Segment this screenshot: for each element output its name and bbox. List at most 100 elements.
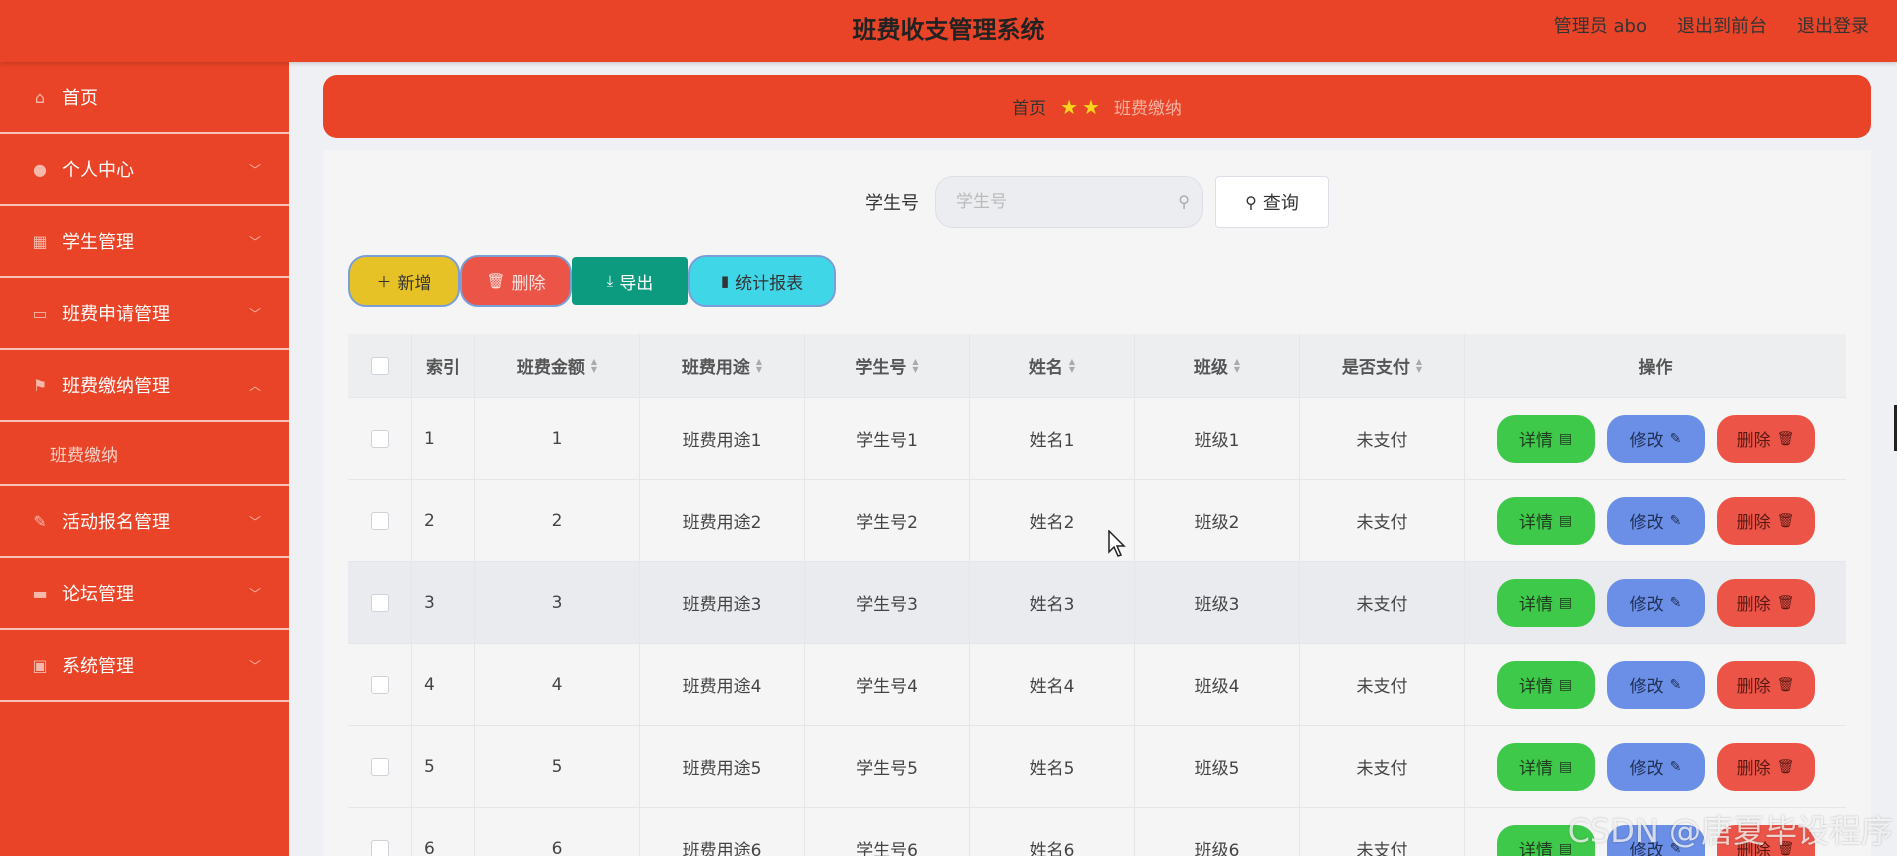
column-header-name[interactable]: 姓名 ▲ ▼: [970, 334, 1135, 397]
sidebar-item-activity[interactable]: ✎ 活动报名管理 ﹀: [0, 486, 289, 558]
row-checkbox[interactable]: [370, 675, 389, 694]
pencil-icon: ✎: [1669, 512, 1682, 529]
add-button[interactable]: ＋ 新增: [348, 255, 460, 307]
detail-button[interactable]: 详情 ▤: [1496, 414, 1595, 463]
row-checkbox[interactable]: [370, 511, 389, 530]
sidebar-item-fee-apply[interactable]: ▭ 班费申请管理 ﹀: [0, 278, 289, 350]
stats-report-button-label: 统计报表: [735, 273, 804, 294]
chevron-down-icon: ﹀: [248, 163, 261, 177]
chat-icon: ▬: [32, 583, 48, 603]
export-button-label: 导出: [619, 273, 654, 294]
cell-student-id: 学生号5: [805, 726, 970, 807]
cell-use: 班费用途4: [640, 644, 805, 725]
chevron-down-icon: ﹀: [248, 515, 261, 529]
column-header-use[interactable]: 班费用途 ▲ ▼: [640, 334, 805, 397]
cell-actions: 详情 ▤ 修改 ✎ 删除 🗑: [1465, 726, 1846, 807]
sidebar-item-system[interactable]: ▣ 系统管理 ﹀: [0, 630, 289, 702]
exit-to-front-link[interactable]: 退出到前台: [1677, 12, 1767, 38]
sort-icon[interactable]: ▲ ▼: [1416, 357, 1422, 374]
breadcrumb-home[interactable]: 首页: [1012, 94, 1046, 119]
submenu-item-fee-payment[interactable]: 班费缴纳: [0, 422, 289, 486]
document-icon: ▤: [1558, 512, 1573, 529]
cell-class: 班级2: [1135, 480, 1300, 561]
sidebar-item-label: 活动报名管理: [62, 512, 170, 533]
edit-button[interactable]: 修改 ✎: [1606, 496, 1705, 545]
trash-icon: 🗑: [1776, 676, 1795, 693]
export-button[interactable]: ⤓ 导出: [572, 257, 688, 305]
sidebar-item-home[interactable]: ⌂ 首页: [0, 62, 289, 134]
column-header-label: 班级: [1193, 358, 1228, 378]
query-button[interactable]: ⚲ 查询: [1215, 176, 1329, 228]
chevron-down-icon: ﹀: [248, 587, 261, 601]
bar-chart-icon: ▮: [720, 272, 730, 290]
edit-button-label: 修改: [1629, 677, 1664, 697]
delete-button[interactable]: 删除 🗑: [1716, 660, 1815, 709]
search-label: 学生号: [865, 193, 919, 214]
sidebar-item-forum[interactable]: ▬ 论坛管理 ﹀: [0, 558, 289, 630]
grid-icon: ▦: [32, 231, 48, 251]
stats-report-button[interactable]: ▮ 统计报表: [688, 255, 836, 307]
delete-button[interactable]: 删除 🗑: [1716, 578, 1815, 627]
table-row[interactable]: 1 1 班费用途1 学生号1 姓名1 班级1 未支付 详情 ▤ 修改 ✎ 删除 🗑: [348, 398, 1846, 480]
table-row[interactable]: 2 2 班费用途2 学生号2 姓名2 班级2 未支付 详情 ▤ 修改 ✎ 删除 🗑: [348, 480, 1846, 562]
pencil-icon: ✎: [1669, 430, 1682, 447]
row-checkbox[interactable]: [370, 757, 389, 776]
sidebar-item-label: 首页: [62, 88, 98, 109]
admin-user-link[interactable]: 管理员 abo: [1554, 12, 1647, 38]
column-header-amount[interactable]: 班费金额 ▲ ▼: [475, 334, 640, 397]
sidebar-item-students[interactable]: ▦ 学生管理 ﹀: [0, 206, 289, 278]
student-id-search-input[interactable]: [936, 177, 1202, 227]
sort-icon[interactable]: ▲ ▼: [912, 357, 918, 374]
sidebar-item-label: 系统管理: [62, 656, 134, 677]
cell-index: 1: [412, 398, 475, 479]
delete-button[interactable]: 删除 🗑: [1716, 742, 1815, 791]
edit-button[interactable]: 修改 ✎: [1606, 742, 1705, 791]
logout-link[interactable]: 退出登录: [1797, 12, 1869, 38]
toolbar: ＋ 新增 🗑 删除 ⤓ 导出 ▮ 统计报表: [348, 255, 836, 307]
cell-student-id: 学生号1: [805, 398, 970, 479]
edit-button[interactable]: 修改 ✎: [1606, 414, 1705, 463]
sort-icon[interactable]: ▲ ▼: [1069, 357, 1075, 374]
message-icon: ▭: [32, 303, 48, 323]
chevron-up-icon: ︿: [248, 379, 261, 393]
detail-button[interactable]: 详情 ▤: [1496, 660, 1595, 709]
detail-button[interactable]: 详情 ▤: [1496, 496, 1595, 545]
edit-button[interactable]: 修改 ✎: [1606, 578, 1705, 627]
detail-button[interactable]: 详情 ▤: [1496, 578, 1595, 627]
detail-button-label: 详情: [1518, 595, 1553, 615]
sort-icon[interactable]: ▲ ▼: [1234, 357, 1240, 374]
column-header-student-id[interactable]: 学生号 ▲ ▼: [805, 334, 970, 397]
cell-use: 班费用途1: [640, 398, 805, 479]
column-header-paid[interactable]: 是否支付 ▲ ▼: [1300, 334, 1465, 397]
sidebar-item-fee-payment[interactable]: ⚑ 班费缴纳管理 ︿: [0, 350, 289, 422]
row-checkbox[interactable]: [370, 839, 389, 856]
row-select-cell: [348, 808, 412, 856]
sort-icon[interactable]: ▲ ▼: [756, 357, 762, 374]
row-checkbox[interactable]: [370, 429, 389, 448]
table-row[interactable]: 3 3 班费用途3 学生号3 姓名3 班级3 未支付 详情 ▤ 修改 ✎ 删除 🗑: [348, 562, 1846, 644]
column-header-actions: 操作: [1465, 334, 1846, 397]
detail-button[interactable]: 详情 ▤: [1496, 742, 1595, 791]
cell-paid-status: 未支付: [1300, 480, 1465, 561]
search-input-wrapper: ⚲: [935, 176, 1203, 228]
sort-icon[interactable]: ▲ ▼: [591, 357, 597, 374]
add-button-label: 新增: [397, 273, 432, 294]
column-header-class[interactable]: 班级 ▲ ▼: [1135, 334, 1300, 397]
edit-button[interactable]: 修改 ✎: [1606, 660, 1705, 709]
main-panel: 学生号 ⚲ ⚲ 查询 ＋ 新增 🗑 删除 ⤓ 导出 ▮ 统计报表 索: [323, 150, 1871, 856]
batch-delete-button[interactable]: 🗑 删除: [460, 255, 572, 307]
row-checkbox[interactable]: [370, 593, 389, 612]
cell-name: 姓名5: [970, 726, 1135, 807]
select-all-checkbox[interactable]: [370, 356, 389, 375]
cell-use: 班费用途3: [640, 562, 805, 643]
table-row[interactable]: 5 5 班费用途5 学生号5 姓名5 班级5 未支付 详情 ▤ 修改 ✎ 删除 🗑: [348, 726, 1846, 808]
breadcrumb-current: 班费缴纳: [1113, 99, 1182, 119]
edit-button-label: 修改: [1629, 595, 1664, 615]
delete-button[interactable]: 删除 🗑: [1716, 496, 1815, 545]
cell-student-id: 学生号4: [805, 644, 970, 725]
edit-icon: ✎: [33, 511, 47, 531]
delete-button-label: 删除: [1736, 595, 1771, 615]
delete-button[interactable]: 删除 🗑: [1716, 414, 1815, 463]
sidebar-item-profile[interactable]: ● 个人中心 ﹀: [0, 134, 289, 206]
table-row[interactable]: 4 4 班费用途4 学生号4 姓名4 班级4 未支付 详情 ▤ 修改 ✎ 删除 🗑: [348, 644, 1846, 726]
